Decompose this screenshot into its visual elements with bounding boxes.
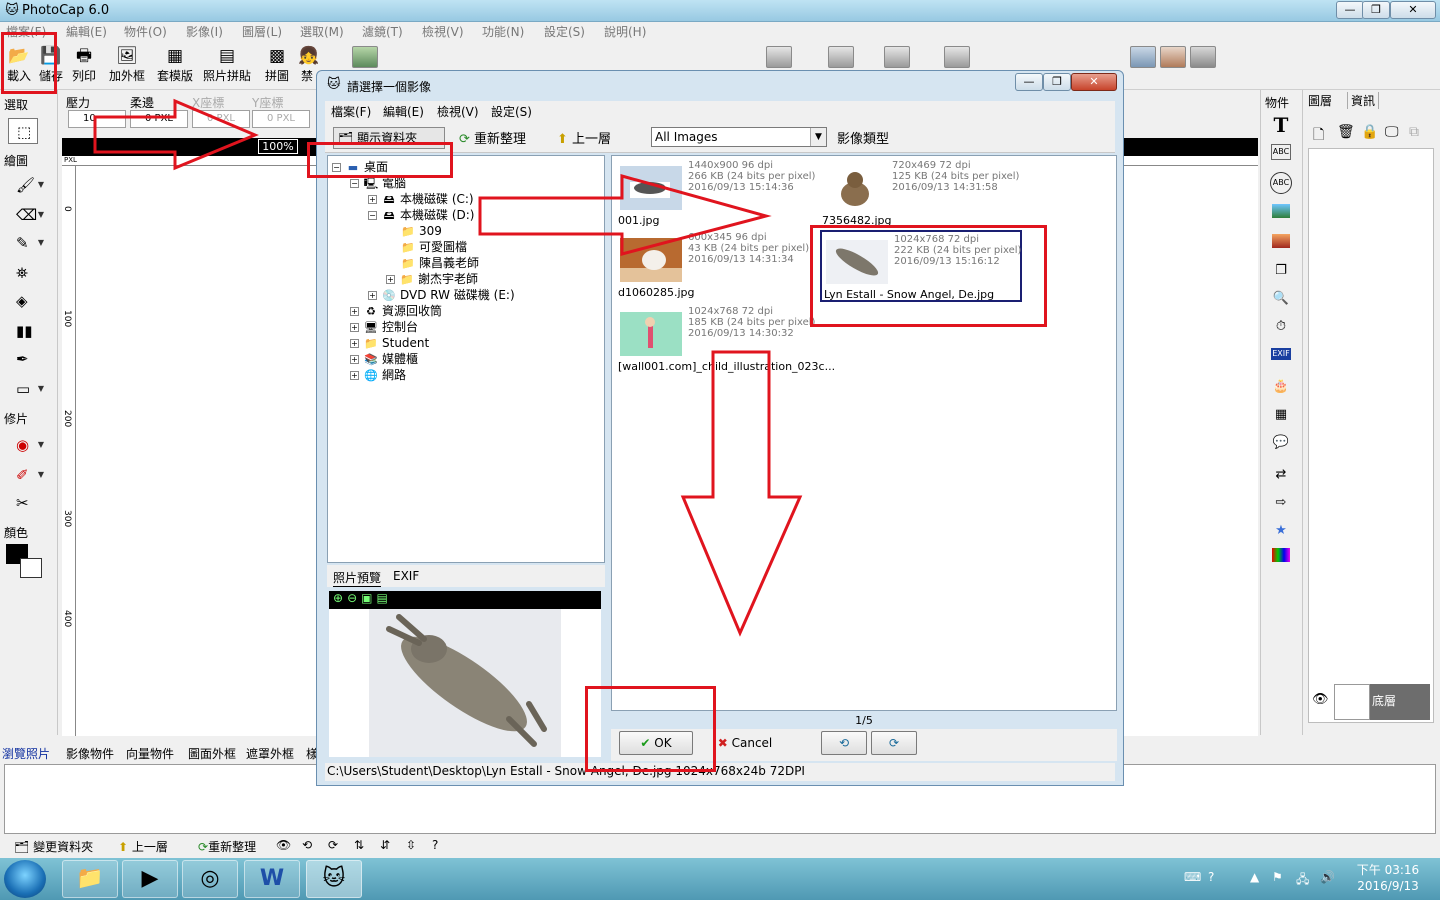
layer-thumbnail <box>1334 684 1370 720</box>
arrow-to-ok <box>680 350 803 637</box>
annotation-arrows <box>93 98 803 637</box>
arrow-to-dialog <box>93 98 259 171</box>
arrow-to-file <box>478 174 772 256</box>
